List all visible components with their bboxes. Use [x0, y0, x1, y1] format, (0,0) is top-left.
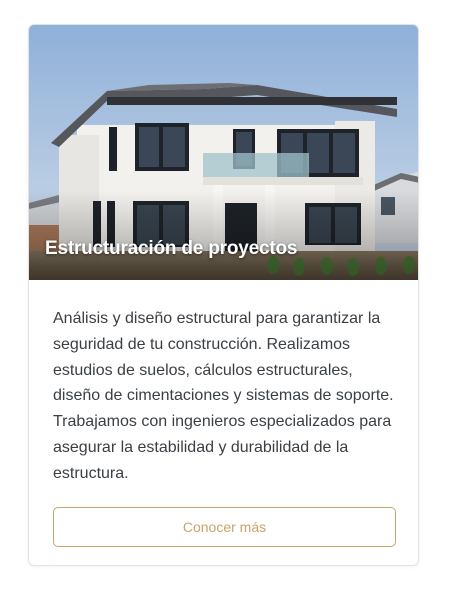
learn-more-button[interactable]: Conocer más: [53, 506, 396, 547]
house-photo: Estructuración de proyectos: [29, 25, 418, 280]
card-title: Estructuración de proyectos: [45, 238, 298, 259]
image-overlay: [29, 190, 418, 280]
card-body: Análisis y diseño estructural para garan…: [29, 280, 418, 547]
service-card: Estructuración de proyectos Análisis y d…: [28, 24, 419, 566]
card-description: Análisis y diseño estructural para garan…: [53, 310, 394, 482]
